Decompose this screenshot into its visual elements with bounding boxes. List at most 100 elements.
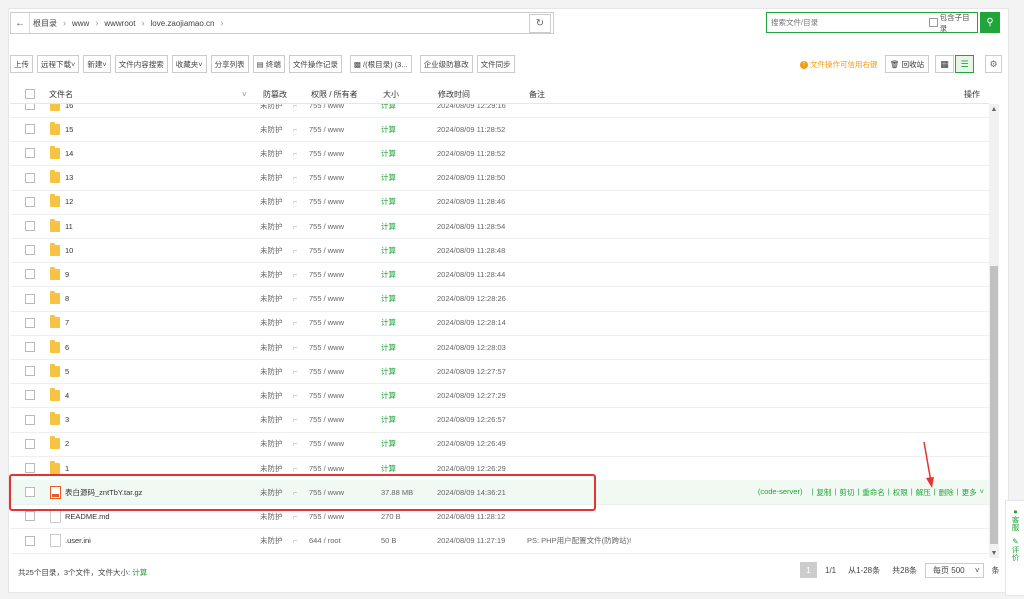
terminal-button[interactable]: ▤ 终端 xyxy=(252,55,285,73)
table-row[interactable]: 3 未防护 ⌐ 755 / www 计算 2024/08/09 12:26:57 xyxy=(10,408,989,433)
row-action[interactable]: 复制 xyxy=(816,487,831,498)
permission-owner[interactable]: 755 / www xyxy=(309,173,344,182)
file-name[interactable]: 9 xyxy=(65,270,69,279)
row-checkbox[interactable] xyxy=(25,463,35,473)
lock-icon[interactable]: ⌐ xyxy=(293,318,297,327)
protect-status[interactable]: 未防护 xyxy=(260,317,283,328)
protect-status[interactable]: 未防护 xyxy=(260,414,283,425)
permission-owner[interactable]: 755 / www xyxy=(309,343,344,352)
permission-owner[interactable]: 755 / www xyxy=(309,464,344,473)
protect-status[interactable]: 未防护 xyxy=(260,221,283,232)
chevron-down-icon[interactable]: ˅ xyxy=(980,487,984,498)
row-checkbox[interactable] xyxy=(25,511,35,522)
protect-status[interactable]: 未防护 xyxy=(260,366,283,377)
gear-icon[interactable]: ⚙ xyxy=(985,55,1002,73)
file-name[interactable]: 15 xyxy=(65,125,73,134)
row-checkbox[interactable] xyxy=(25,269,35,280)
file-size[interactable]: 计算 xyxy=(381,317,396,328)
row-checkbox[interactable] xyxy=(25,438,35,449)
row-action[interactable]: 剪切 xyxy=(839,487,854,498)
file-size[interactable]: 计算 xyxy=(381,463,396,474)
tamper-proof-button[interactable]: 企业级防篡改 xyxy=(419,55,473,73)
header-size[interactable]: 大小 xyxy=(383,89,399,100)
table-row[interactable]: 4 未防护 ⌐ 755 / www 计算 2024/08/09 12:27:29 xyxy=(10,383,989,409)
breadcrumb-www[interactable]: www › xyxy=(69,18,101,28)
row-checkbox[interactable] xyxy=(25,104,35,110)
file-name[interactable]: 10 xyxy=(65,246,73,255)
row-checkbox[interactable] xyxy=(25,342,35,352)
table-row[interactable]: 15 未防护 ⌐ 755 / www 计算 2024/08/09 11:28:52 xyxy=(10,117,989,143)
table-row[interactable]: 8 未防护 ⌐ 755 / www 计算 2024/08/09 12:28:26 xyxy=(10,287,989,312)
file-name[interactable]: .user.ini xyxy=(65,536,91,545)
lock-icon[interactable]: ⌐ xyxy=(293,270,297,279)
file-size[interactable]: 计算 xyxy=(381,245,396,256)
file-name[interactable]: 14 xyxy=(65,149,73,158)
protect-status[interactable]: 未防护 xyxy=(260,438,283,449)
row-checkbox[interactable] xyxy=(25,124,35,135)
grid-view-icon[interactable]: ▦ xyxy=(935,55,954,73)
table-row[interactable]: 11 未防护 ⌐ 755 / www 计算 2024/08/09 11:28:54 xyxy=(10,214,989,239)
select-all-checkbox[interactable] xyxy=(25,89,35,99)
recycle-bin-button[interactable]: 🗑 回收站 xyxy=(885,55,930,73)
file-name[interactable]: 5 xyxy=(65,367,69,376)
permission-owner[interactable]: 755 / www xyxy=(309,149,344,158)
file-name[interactable]: 4 xyxy=(65,391,69,400)
breadcrumb-wwwroot[interactable]: wwwroot › xyxy=(101,18,147,28)
file-size[interactable]: 计算 xyxy=(381,293,396,304)
protect-status[interactable]: 未防护 xyxy=(260,511,283,522)
scroll-down-icon[interactable]: ▼ xyxy=(989,548,999,558)
breadcrumb-site[interactable]: love.zaojiamao.cn › xyxy=(147,18,226,28)
protect-status[interactable]: 未防护 xyxy=(260,172,283,183)
back-arrow-icon[interactable]: ← xyxy=(11,13,30,33)
list-view-icon[interactable]: ☰ xyxy=(955,55,974,73)
permission-owner[interactable]: 755 / www xyxy=(309,391,344,400)
breadcrumb-root[interactable]: 根目录 › xyxy=(30,18,69,29)
search-input[interactable] xyxy=(767,17,923,28)
lock-icon[interactable]: ⌐ xyxy=(293,149,297,158)
file-name[interactable]: 3 xyxy=(65,415,69,424)
row-checkbox[interactable] xyxy=(25,172,35,183)
permission-owner[interactable]: 755 / www xyxy=(309,367,344,376)
refresh-icon[interactable]: ↻ xyxy=(529,14,551,33)
permission-owner[interactable]: 755 / www xyxy=(309,318,344,327)
table-row[interactable]: 5 未防护 ⌐ 755 / www 计算 2024/08/09 12:27:57 xyxy=(10,359,989,385)
row-checkbox[interactable] xyxy=(25,317,35,328)
protect-status[interactable]: 未防护 xyxy=(260,342,283,353)
lock-icon[interactable]: ⌐ xyxy=(293,391,297,400)
permission-owner[interactable]: 644 / root xyxy=(309,536,341,545)
file-name[interactable]: README.md xyxy=(65,512,110,521)
row-action[interactable]: 更多 xyxy=(962,487,977,498)
table-row[interactable]: 14 未防护 ⌐ 755 / www 计算 2024/08/09 11:28:52 xyxy=(10,141,989,167)
operation-log-button[interactable]: 文件操作记录 xyxy=(288,55,342,73)
protect-status[interactable]: 未防护 xyxy=(260,104,283,111)
lock-icon[interactable]: ⌐ xyxy=(293,415,297,424)
file-name[interactable]: 6 xyxy=(65,343,69,352)
sort-chevron-icon[interactable]: ˅ xyxy=(242,90,247,99)
table-row[interactable]: 7 未防护 ⌐ 755 / www 计算 2024/08/09 12:28:14 xyxy=(10,311,989,336)
subdir-checkbox[interactable]: 包含子目录 xyxy=(928,12,977,34)
search-icon[interactable]: ⚲ xyxy=(980,12,1000,33)
scroll-thumb[interactable] xyxy=(990,266,998,544)
permission-owner[interactable]: 755 / www xyxy=(309,222,344,231)
per-page-select[interactable]: 每页 500 ˅ xyxy=(925,562,984,578)
row-action[interactable]: 重命名 xyxy=(862,487,885,498)
lock-icon[interactable]: ⌐ xyxy=(293,246,297,255)
row-checkbox[interactable] xyxy=(25,366,35,377)
table-row[interactable]: 6 未防护 ⌐ 755 / www 计算 2024/08/09 12:28:03 xyxy=(10,335,989,360)
header-mtime[interactable]: 修改时间 xyxy=(438,89,470,100)
file-size[interactable]: 计算 xyxy=(381,438,396,449)
protect-status[interactable]: 未防护 xyxy=(260,124,283,135)
protect-status[interactable]: 未防护 xyxy=(260,245,283,256)
lock-icon[interactable]: ⌐ xyxy=(293,439,297,448)
protect-status[interactable]: 未防护 xyxy=(260,196,283,207)
review-button[interactable]: ✎ 评价 xyxy=(1011,537,1020,561)
lock-icon[interactable]: ⌐ xyxy=(293,512,297,521)
file-size[interactable]: 计算 xyxy=(381,172,396,183)
disk-button[interactable]: ▩ /(根目录) (3... xyxy=(349,55,412,73)
file-name[interactable]: 8 xyxy=(65,294,69,303)
row-action[interactable]: 删除 xyxy=(939,487,954,498)
new-button[interactable]: 新建 ˅ xyxy=(83,55,111,73)
protect-status[interactable]: 未防护 xyxy=(260,390,283,401)
table-row[interactable]: 12 未防护 ⌐ 755 / www 计算 2024/08/09 11:28:46 xyxy=(10,190,989,215)
file-size[interactable]: 计算 xyxy=(381,148,396,159)
